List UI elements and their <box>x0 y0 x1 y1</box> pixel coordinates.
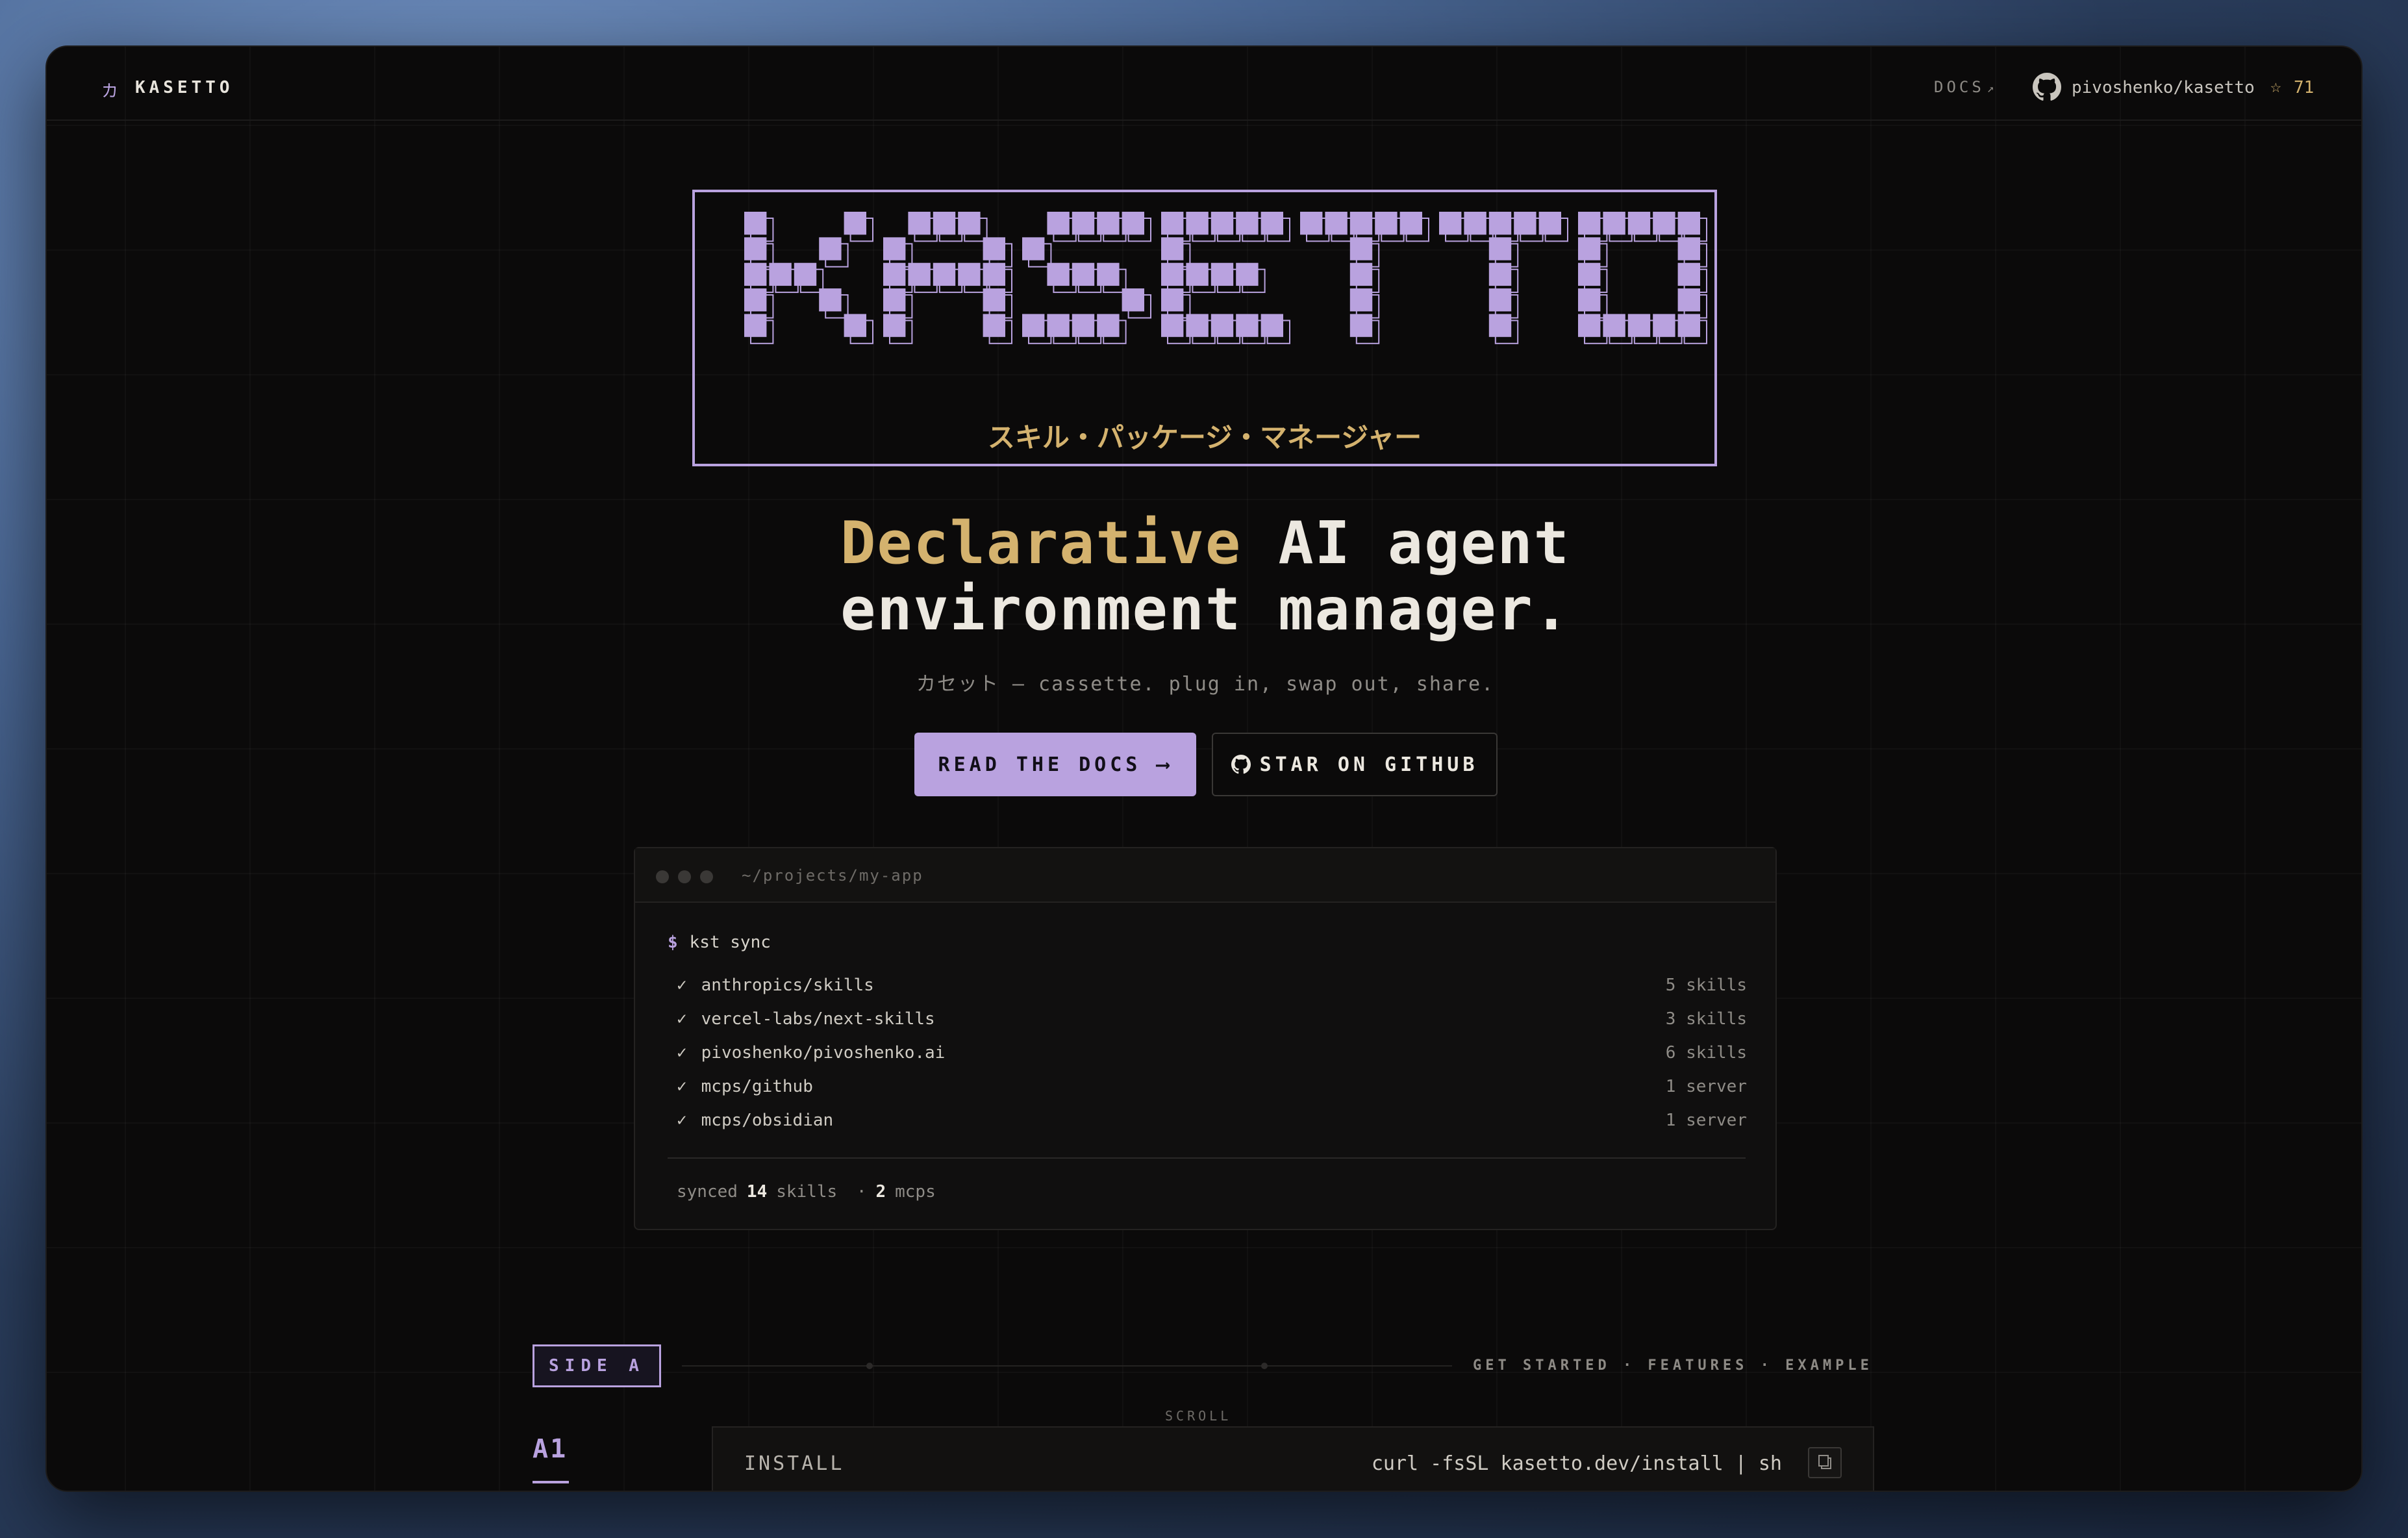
summary-separator: · <box>856 1182 867 1202</box>
tagline: カセット — cassette. plug in, swap out, shar… <box>916 673 1495 696</box>
summary-skills-count: 14 <box>746 1182 768 1202</box>
docs-link-label: DOCS <box>1934 78 1985 96</box>
rule-dot <box>1261 1363 1268 1369</box>
window-dot-icon <box>678 870 691 883</box>
sync-row-count: 1 server <box>1665 1111 1747 1130</box>
docs-link[interactable]: DOCS ↗ <box>1934 78 1998 96</box>
logo-letter <box>1161 212 1290 344</box>
window-dot-icon <box>700 870 713 883</box>
sync-row-count: 3 skills <box>1665 1009 1747 1029</box>
summary-mcps-label: mcps <box>895 1182 936 1202</box>
headline-accent: Declarative <box>840 509 1242 577</box>
logo-letter <box>1439 212 1568 344</box>
section-nav[interactable]: GET STARTED · FEATURES · EXAMPLE <box>1473 1357 1873 1374</box>
terminal-titlebar: ~/projects/my-app <box>635 848 1775 903</box>
check-icon: ✓ <box>677 1077 687 1096</box>
check-icon: ✓ <box>677 1111 687 1130</box>
headline-line2: environment manager. <box>840 575 1570 644</box>
external-arrow-icon: ↗ <box>1987 82 1998 95</box>
window-dot-icon <box>656 870 669 883</box>
sync-row-name: vercel-labs/next-skills <box>701 1009 935 1029</box>
sync-row: ✓ anthropics/skills 5 skills <box>677 976 1747 1002</box>
logo-letter <box>1022 212 1151 344</box>
logo-letter <box>744 212 874 344</box>
sync-row: ✓ vercel-labs/next-skills 3 skills <box>677 1009 1747 1035</box>
github-icon <box>1231 755 1251 774</box>
terminal-divider <box>668 1157 1746 1159</box>
headline-rest: AI agent <box>1242 509 1570 577</box>
terminal-prompt: $ kst sync <box>668 933 771 952</box>
sync-row-name: anthropics/skills <box>701 976 874 995</box>
logo-subtitle: スキル・パッケージ・マネージャー <box>987 422 1422 453</box>
terminal-path: ~/projects/my-app <box>742 866 923 885</box>
sync-row: ✓ mcps/github 1 server <box>677 1077 1747 1103</box>
check-icon: ✓ <box>677 976 687 995</box>
brand-glyph[interactable]: カ <box>101 78 118 102</box>
rule-dot <box>866 1363 873 1369</box>
terminal-command: kst sync <box>689 933 771 952</box>
sync-row-name: mcps/obsidian <box>701 1111 834 1130</box>
sync-row: ✓ pivoshenko/pivoshenko.ai 6 skills <box>677 1043 1747 1069</box>
read-docs-button[interactable]: READ THE DOCS ⟶ <box>914 733 1196 796</box>
sync-row-count: 1 server <box>1665 1077 1747 1096</box>
logo-letter <box>883 212 1013 344</box>
github-icon[interactable] <box>2033 73 2061 101</box>
github-repo-link[interactable]: pivoshenko/kasetto <box>2072 78 2255 97</box>
summary-skills-label: skills <box>776 1182 838 1202</box>
sync-row-count: 5 skills <box>1665 976 1747 995</box>
logo-letter <box>1300 212 1429 344</box>
scroll-hint: SCROLL <box>1165 1408 1232 1424</box>
sync-summary: synced 14 skills · 2 mcps <box>677 1182 936 1202</box>
prompt-symbol: $ <box>668 933 678 952</box>
check-icon: ✓ <box>677 1043 687 1063</box>
section-id: A1 <box>533 1434 568 1464</box>
star-count: 71 <box>2294 78 2314 97</box>
sync-row-name: pivoshenko/pivoshenko.ai <box>701 1043 946 1063</box>
logo-letter <box>1578 212 1707 344</box>
kasetto-pixel-logo <box>744 212 1707 344</box>
terminal-window: ~/projects/my-app $ kst sync ✓ anthropics/… <box>634 847 1777 1230</box>
copy-icon <box>1818 1455 1831 1469</box>
sync-row-count: 6 skills <box>1665 1043 1747 1063</box>
browser-window: カ KASETTO DOCS ↗ pivoshenko/kasetto ☆ 71 … <box>45 45 2363 1492</box>
star-on-github-label: STAR ON GITHUB <box>1259 753 1479 776</box>
summary-mcps-count: 2 <box>875 1182 886 1202</box>
sync-row-name: mcps/github <box>701 1077 813 1096</box>
top-nav: カ KASETTO DOCS ↗ pivoshenko/kasetto ☆ 71 <box>47 47 2361 121</box>
install-label: INSTALL <box>744 1452 845 1475</box>
star-icon: ☆ <box>2270 75 2281 97</box>
install-command[interactable]: curl -fsSL kasetto.dev/install | sh <box>1372 1452 1782 1475</box>
sync-row: ✓ mcps/obsidian 1 server <box>677 1111 1747 1137</box>
side-a-badge: SIDE A <box>533 1344 661 1387</box>
copy-button[interactable] <box>1808 1447 1842 1478</box>
section-rule <box>682 1365 1452 1367</box>
install-card: INSTALL curl -fsSL kasetto.dev/install |… <box>712 1426 1874 1491</box>
brand-name[interactable]: KASETTO <box>135 78 234 97</box>
check-icon: ✓ <box>677 1009 687 1029</box>
summary-prefix: synced <box>677 1182 738 1202</box>
section-id-underline <box>533 1481 569 1483</box>
star-on-github-button[interactable]: STAR ON GITHUB <box>1212 733 1498 796</box>
headline: Declarative AI agent environment manager… <box>47 509 2361 644</box>
